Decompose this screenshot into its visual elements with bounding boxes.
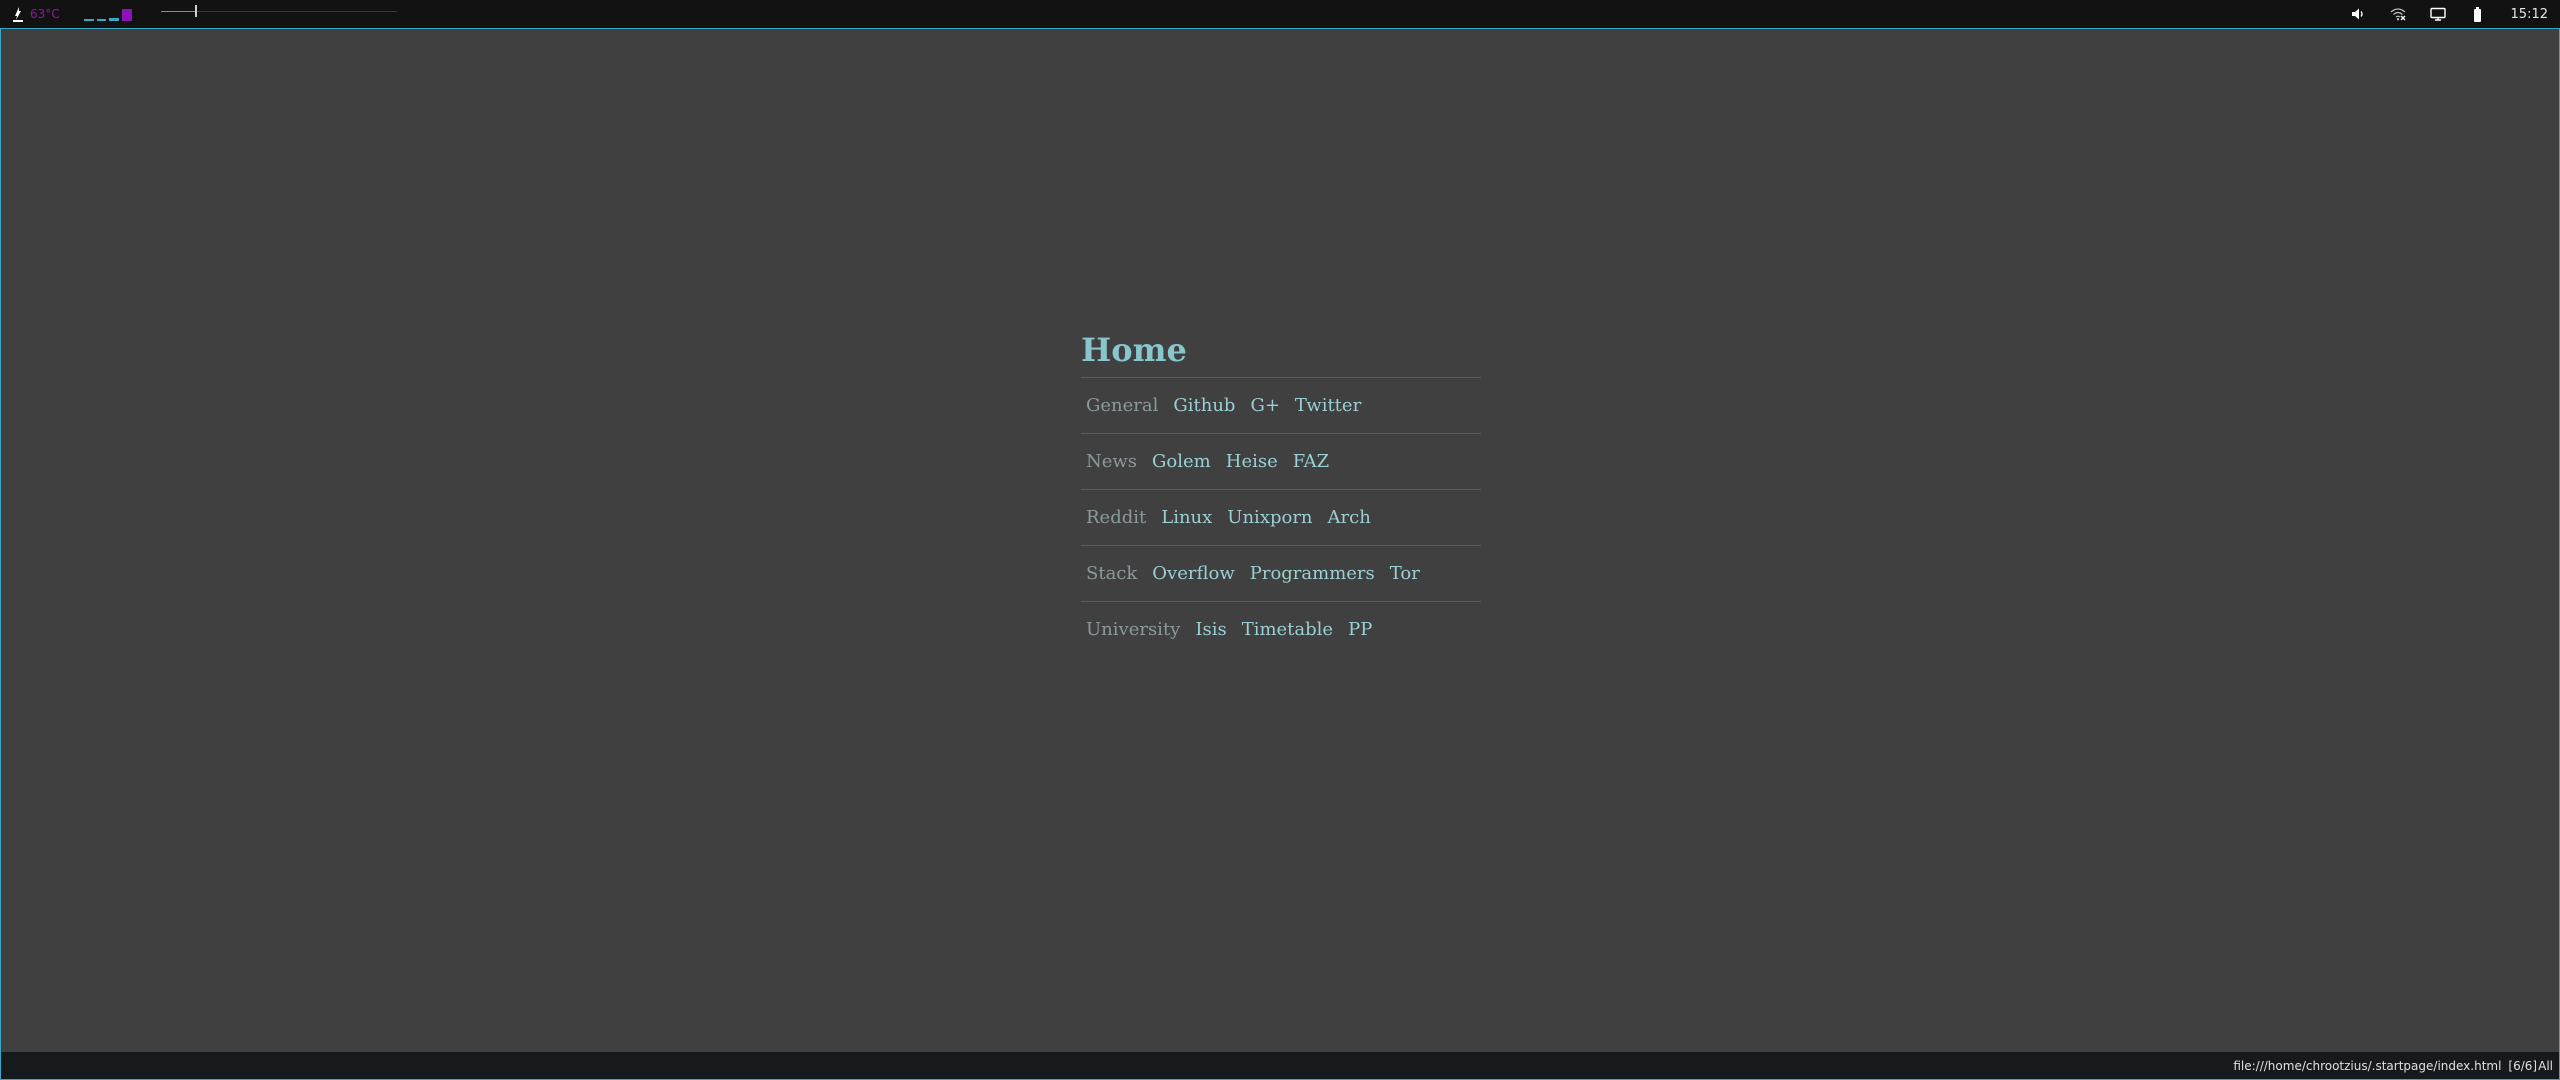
link-unixporn[interactable]: Unixporn — [1227, 507, 1312, 528]
workspace-4-active[interactable] — [121, 9, 132, 21]
category-label: University — [1086, 619, 1181, 640]
link-programmers[interactable]: Programmers — [1250, 563, 1375, 584]
workspace-3[interactable] — [108, 18, 119, 21]
battery-icon[interactable] — [2467, 0, 2489, 28]
link-twitter[interactable]: Twitter — [1295, 395, 1361, 416]
system-tray: 15:12 — [2329, 0, 2548, 28]
panel-left-group: 63°C — [12, 0, 135, 28]
link-faz[interactable]: FAZ — [1293, 451, 1329, 472]
display-icon[interactable] — [2427, 0, 2449, 28]
status-info: file:///home/chrootzius/.startpage/index… — [2233, 1052, 2553, 1079]
status-tab-position: [6/6] — [2508, 1058, 2538, 1073]
wifi-icon[interactable] — [2387, 0, 2409, 28]
category-label: Stack — [1086, 563, 1138, 584]
category-label: Reddit — [1086, 507, 1147, 528]
link-tor[interactable]: Tor — [1390, 563, 1420, 584]
link-arch[interactable]: Arch — [1328, 507, 1371, 528]
browser-viewport: Home General Github G+ Twitter News Gole… — [0, 28, 2560, 1080]
link-gplus[interactable]: G+ — [1250, 395, 1279, 416]
workspace-switcher — [83, 7, 135, 21]
workspace-2[interactable] — [96, 19, 106, 21]
link-linux[interactable]: Linux — [1161, 507, 1212, 528]
bookmark-row-general: General Github G+ Twitter — [1081, 378, 1481, 434]
browser-statusbar: file:///home/chrootzius/.startpage/index… — [0, 1052, 2560, 1080]
clock[interactable]: 15:12 — [2511, 7, 2548, 22]
media-progress-fill — [161, 11, 197, 12]
link-timetable[interactable]: Timetable — [1242, 619, 1333, 640]
link-isis[interactable]: Isis — [1195, 619, 1226, 640]
bookmark-row-stack: Stack Overflow Programmers Tor — [1081, 546, 1481, 602]
status-url: file:///home/chrootzius/.startpage/index… — [2233, 1058, 2502, 1073]
temperature-widget: 63°C — [12, 6, 60, 22]
top-panel: 63°C 15:12 — [0, 0, 2560, 28]
media-progress-handle[interactable] — [195, 5, 198, 17]
workspace-1[interactable] — [83, 19, 94, 21]
thermometer-icon — [12, 6, 24, 22]
link-overflow[interactable]: Overflow — [1152, 563, 1234, 584]
link-pp[interactable]: PP — [1348, 619, 1372, 640]
bookmark-row-university: University Isis Timetable PP — [1081, 602, 1481, 657]
link-heise[interactable]: Heise — [1226, 451, 1278, 472]
category-label: General — [1086, 395, 1159, 416]
page-title: Home — [1081, 331, 1481, 378]
status-scroll-indicator: All — [2538, 1058, 2553, 1073]
link-golem[interactable]: Golem — [1152, 451, 1211, 472]
category-label: News — [1086, 451, 1138, 472]
volume-icon[interactable] — [2347, 0, 2369, 28]
media-progress-bar[interactable] — [161, 5, 397, 17]
link-github[interactable]: Github — [1173, 395, 1235, 416]
startpage: Home General Github G+ Twitter News Gole… — [1081, 331, 1481, 657]
bookmark-row-news: News Golem Heise FAZ — [1081, 434, 1481, 490]
temperature-readout: 63°C — [30, 7, 60, 21]
bookmark-row-reddit: Reddit Linux Unixporn Arch — [1081, 490, 1481, 546]
